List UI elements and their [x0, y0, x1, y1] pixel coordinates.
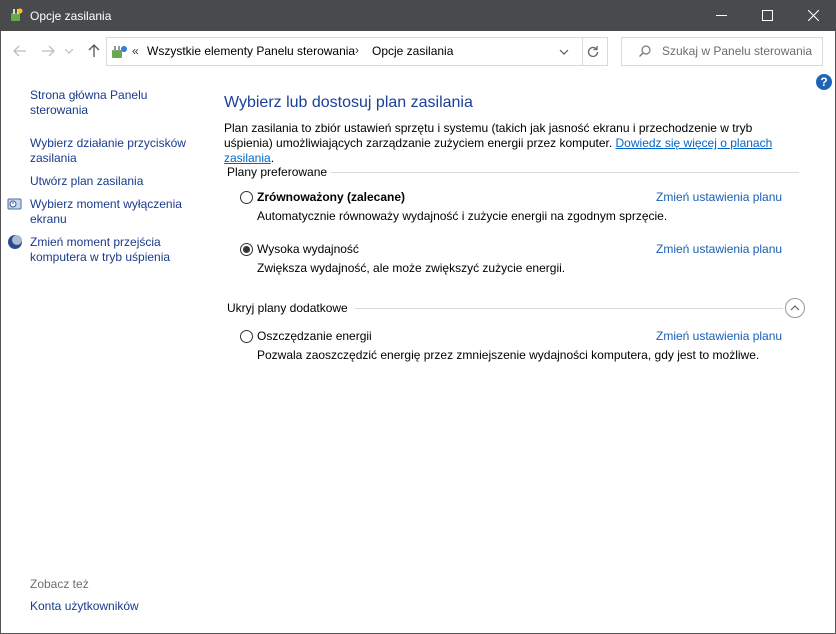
plan-power-saver-name[interactable]: Oszczędzanie energii — [257, 329, 372, 343]
plan-high-performance-change-link[interactable]: Zmień ustawienia planu — [656, 242, 782, 256]
power-options-icon — [11, 8, 23, 21]
help-icon[interactable]: ? — [816, 74, 832, 90]
address-divider — [582, 38, 583, 65]
collapse-additional-plans-button[interactable] — [785, 298, 805, 318]
breadcrumb-all-items[interactable]: Wszystkie elementy Panelu sterowania — [147, 44, 355, 58]
display-timer-icon — [7, 198, 22, 210]
recent-locations-button[interactable] — [62, 41, 76, 61]
maximize-button[interactable] — [744, 0, 790, 31]
sidebar-item-sleep[interactable]: Zmień moment przejścia komputera w tryb … — [30, 235, 190, 265]
arrow-right-icon — [42, 45, 55, 57]
description-end: . — [270, 151, 275, 165]
plan-balanced-name[interactable]: Zrównoważony (zalecane) — [257, 190, 405, 204]
chevron-up-icon — [790, 305, 800, 311]
plan-high-performance-radio[interactable] — [240, 243, 253, 256]
sidebar-item-create-plan[interactable]: Utwórz plan zasilania — [30, 174, 200, 189]
see-also-label: Zobacz też — [30, 577, 89, 591]
breadcrumb-power-options[interactable]: Opcje zasilania — [372, 44, 453, 58]
search-box[interactable]: Szukaj w Panelu sterowania — [621, 37, 823, 66]
sidebar-item-user-accounts[interactable]: Konta użytkowników — [30, 599, 139, 614]
plan-power-saver-desc: Pozwala zaoszczędzić energię przez zmnie… — [257, 348, 760, 362]
plan-power-saver-radio[interactable] — [240, 330, 253, 343]
minimize-button[interactable] — [698, 0, 744, 31]
plan-high-performance-desc: Zwiększa wydajność, ale może zwiększyć z… — [257, 261, 566, 275]
plan-power-saver-change-link[interactable]: Zmień ustawienia planu — [656, 329, 782, 343]
window-title: Opcje zasilania — [30, 9, 112, 23]
plan-balanced-change-link[interactable]: Zmień ustawienia planu — [656, 190, 782, 204]
sleep-moon-icon — [8, 235, 22, 249]
arrow-up-icon — [88, 44, 100, 57]
page-title: Wybierz lub dostosuj plan zasilania — [224, 94, 473, 111]
plan-balanced-radio[interactable] — [240, 191, 253, 204]
preferred-plans-label: Plany preferowane — [227, 165, 328, 179]
search-icon — [639, 45, 651, 57]
sidebar-item-home[interactable]: Strona główna Panelu sterowania — [30, 88, 180, 118]
overflow-chevrons[interactable]: « — [132, 44, 139, 58]
chevron-down-icon — [65, 48, 73, 54]
additional-plans-label[interactable]: Ukryj plany dodatkowe — [227, 301, 348, 315]
up-button[interactable] — [84, 41, 104, 61]
additional-plans-divider — [355, 308, 783, 309]
control-panel-icon — [112, 46, 127, 58]
close-button[interactable] — [790, 0, 836, 31]
refresh-icon — [587, 46, 599, 58]
minimize-icon — [715, 15, 727, 16]
plan-high-performance-name[interactable]: Wysoka wydajność — [257, 242, 359, 256]
title-bar: Opcje zasilania — [0, 0, 836, 31]
sidebar-item-power-buttons[interactable]: Wybierz działanie przycisków zasilania — [30, 136, 200, 166]
plan-balanced-desc: Automatycznie równoważy wydajność i zuży… — [257, 209, 668, 223]
refresh-button[interactable] — [585, 44, 603, 60]
page-description: Plan zasilania to zbiór ustawień sprzętu… — [224, 121, 804, 166]
address-dropdown-button[interactable] — [556, 44, 572, 60]
maximize-icon — [761, 10, 773, 21]
chevron-down-icon — [559, 49, 569, 55]
address-bar[interactable]: « Wszystkie elementy Panelu sterowania ›… — [106, 37, 608, 66]
back-button[interactable] — [10, 41, 30, 61]
breadcrumb-separator[interactable]: › — [355, 43, 359, 57]
arrow-left-icon — [13, 45, 26, 57]
close-icon — [807, 10, 819, 21]
search-placeholder[interactable]: Szukaj w Panelu sterowania — [662, 44, 812, 58]
preferred-plans-divider — [331, 172, 799, 173]
sidebar-item-display-off[interactable]: Wybierz moment wyłączenia ekranu — [30, 197, 190, 227]
forward-button[interactable] — [38, 41, 58, 61]
